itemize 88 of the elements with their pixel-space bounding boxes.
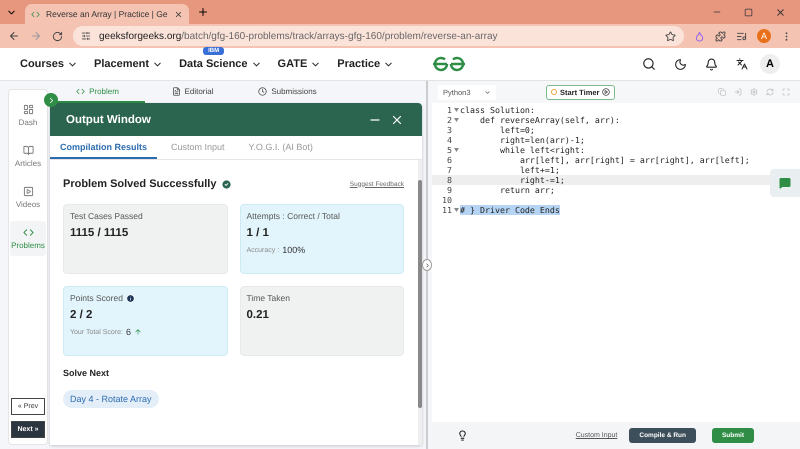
code-icon — [22, 227, 34, 238]
sidebar-item[interactable]: Problems — [10, 221, 46, 256]
chevron-icon[interactable] — [424, 262, 430, 268]
chat-icon[interactable] — [779, 177, 791, 189]
note-value: 6 — [126, 327, 131, 337]
nav-menu[interactable]: Practice — [337, 58, 394, 70]
card-value: 1 / 1 — [246, 227, 270, 239]
scrollbar[interactable] — [418, 160, 422, 445]
chat-button[interactable] — [770, 169, 800, 197]
nav-menu[interactable]: Placement — [94, 58, 164, 70]
sidebar-item[interactable]: Articles — [10, 139, 46, 174]
search-icon[interactable] — [642, 57, 656, 71]
card-title: Attempts : Correct / Total — [246, 211, 340, 221]
code-line: right=len(arr)-1; — [498, 135, 585, 145]
site-settings-icon — [81, 31, 91, 41]
window-title: Output Window — [66, 114, 152, 126]
line-number: 10 — [441, 195, 452, 205]
code-line: while left<right: — [498, 145, 585, 155]
code-line: arr[left], arr[right] = arr[right], arr[left]; — [518, 155, 750, 165]
problem-tab[interactable]: Submissions — [240, 81, 335, 103]
card-title: Time Taken — [246, 293, 290, 303]
logo-icon[interactable] — [431, 56, 467, 72]
code-line: class Solution: — [460, 105, 535, 115]
clock-icon — [258, 86, 268, 96]
bookmark-icon — [665, 30, 676, 42]
fold-caret-icon[interactable] — [454, 208, 458, 212]
code-line: right-=1; — [518, 175, 565, 185]
site-icon — [31, 10, 40, 18]
bell-icon[interactable] — [705, 58, 718, 70]
card-value: 2 / 2 — [70, 309, 94, 321]
play-icon — [602, 88, 610, 96]
fold-caret-icon[interactable] — [454, 148, 458, 152]
book-icon — [22, 145, 34, 156]
card-value: 0.21 — [246, 309, 270, 321]
code-line: left+=1; — [518, 165, 560, 175]
resize-handle[interactable] — [422, 259, 432, 271]
card-title: Test Cases Passed — [70, 211, 143, 221]
document-icon — [172, 86, 181, 96]
note-value: 100% — [282, 245, 306, 255]
card-value: 1115 / 1115 — [70, 227, 130, 239]
line-number: 4 — [446, 135, 452, 145]
restore-icon[interactable] — [744, 8, 753, 16]
reload-icon[interactable] — [52, 30, 63, 42]
output-tab[interactable]: Compilation Results — [50, 136, 158, 159]
code-line: def reverseArray(self, arr): — [478, 115, 620, 125]
line-number: 5 — [446, 145, 452, 155]
back-icon[interactable] — [8, 30, 20, 42]
check-icon — [221, 178, 232, 190]
sidebar-item[interactable]: Videos — [10, 180, 46, 215]
section-heading: Solve Next — [63, 368, 110, 378]
info-icon[interactable] — [126, 294, 135, 302]
sidebar-item[interactable]: Dash — [10, 98, 46, 133]
user-avatar[interactable]: A — [760, 54, 780, 74]
new-tab-icon[interactable] — [196, 6, 209, 18]
code-line: left=0; — [498, 125, 535, 135]
dashboard-icon — [22, 104, 34, 115]
address-field[interactable]: geeksforgeeks.org/batch/gfg-160-problems/track/arrays-gfg-160/problem/reverse-an-array — [73, 26, 684, 46]
line-number: 3 — [446, 125, 452, 135]
line-number: 8 — [446, 175, 452, 185]
browser-tab[interactable]: Reverse an Array | Practice | Ge — [25, 4, 189, 24]
code-icon — [76, 86, 86, 96]
line-number: 2 — [446, 115, 452, 125]
fold-caret-icon[interactable] — [454, 108, 458, 112]
translate-icon[interactable] — [736, 58, 748, 70]
problem-link[interactable]: Day 4 - Rotate Array — [63, 390, 159, 408]
line-number: 1 — [446, 105, 452, 115]
extensions-icon[interactable] — [715, 30, 726, 42]
video-icon — [22, 186, 34, 197]
line-number: 11 — [441, 205, 452, 215]
code-line: return arr; — [498, 185, 555, 195]
line-number: 7 — [446, 165, 452, 175]
close-icon — [174, 10, 183, 18]
nav-menu[interactable]: Courses — [20, 58, 78, 70]
caret-icon — [484, 88, 491, 96]
timer-dot-icon — [551, 89, 557, 95]
up-arrow-icon — [134, 328, 142, 336]
line-number: 9 — [446, 185, 452, 195]
problem-tab[interactable]: Editorial — [145, 81, 240, 103]
close-icon[interactable] — [775, 6, 786, 18]
moon-icon[interactable] — [674, 58, 687, 70]
fold-caret-icon[interactable] — [454, 118, 458, 122]
card-title: Points Scored — [70, 293, 123, 303]
extension-icon[interactable] — [694, 30, 705, 42]
lightbulb-icon[interactable] — [457, 430, 468, 441]
nav-menu[interactable]: GATE — [278, 58, 322, 70]
line-number: 6 — [446, 155, 452, 165]
media-icon[interactable] — [736, 30, 747, 42]
status-text: Problem Solved Successfully — [63, 178, 216, 190]
